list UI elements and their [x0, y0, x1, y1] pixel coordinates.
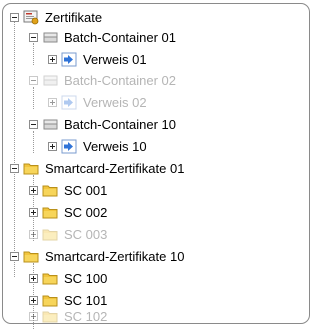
batch-container-icon [42, 73, 59, 88]
certificate-store-icon [23, 10, 40, 25]
shortcut-arrow-icon [61, 52, 78, 67]
expand-toggle-icon[interactable] [29, 230, 38, 239]
collapse-toggle-icon[interactable] [29, 120, 38, 129]
tree-item-sc-001[interactable]: SC 001 [29, 181, 107, 200]
collapse-toggle-icon[interactable] [29, 76, 38, 85]
folder-icon [42, 183, 59, 198]
tree-item-label: Verweis 02 [83, 95, 147, 110]
tree-item-label: SC 001 [64, 183, 108, 198]
tree-item-verweis-10[interactable]: Verweis 10 [48, 137, 147, 156]
collapse-toggle-icon[interactable] [29, 33, 38, 42]
expand-toggle-icon[interactable] [48, 98, 57, 107]
tree-item-sc-102[interactable]: SC 102 [29, 307, 107, 326]
collapse-toggle-icon[interactable] [10, 164, 19, 173]
folder-icon [23, 249, 40, 264]
tree-item-label: Batch-Container 01 [64, 30, 177, 45]
tree-item-batch-container-02[interactable]: Batch-Container 02 [29, 71, 176, 90]
certificate-tree: Zertifikate Batch-Container 01 Verweis 0… [3, 4, 309, 329]
tree-item-sc-100[interactable]: SC 100 [29, 269, 107, 288]
expand-toggle-icon[interactable] [48, 55, 57, 64]
tree-item-label: Verweis 01 [83, 52, 147, 67]
collapse-toggle-icon[interactable] [10, 13, 19, 22]
expand-toggle-icon[interactable] [29, 274, 38, 283]
tree-item-label: Verweis 10 [83, 139, 147, 154]
tree-connector [33, 87, 34, 109]
tree-item-label: SC 002 [64, 205, 108, 220]
tree-connector [14, 22, 15, 277]
shortcut-arrow-icon [61, 95, 78, 110]
batch-container-icon [42, 117, 59, 132]
folder-icon [42, 271, 59, 286]
tree-connector [33, 131, 34, 153]
certificate-tree-panel: Zertifikate Batch-Container 01 Verweis 0… [2, 3, 310, 329]
tree-item-label: Smartcard-Zertifikate 01 [45, 161, 185, 176]
expand-toggle-icon[interactable] [29, 312, 38, 321]
expand-toggle-icon[interactable] [29, 186, 38, 195]
tree-item-smartcard-zertifikate-01[interactable]: Smartcard-Zertifikate 01 [10, 159, 184, 178]
folder-icon [23, 161, 40, 176]
folder-icon [42, 227, 59, 242]
collapse-toggle-icon[interactable] [10, 252, 19, 261]
tree-item-label: Smartcard-Zertifikate 10 [45, 249, 185, 264]
tree-item-sc-003[interactable]: SC 003 [29, 225, 107, 244]
tree-item-label: SC 100 [64, 271, 108, 286]
batch-container-icon [42, 30, 59, 45]
expand-toggle-icon[interactable] [29, 208, 38, 217]
tree-root-label: Zertifikate [45, 10, 103, 25]
tree-item-batch-container-01[interactable]: Batch-Container 01 [29, 28, 176, 47]
tree-item-smartcard-zertifikate-10[interactable]: Smartcard-Zertifikate 10 [10, 247, 184, 266]
tree-item-sc-002[interactable]: SC 002 [29, 203, 107, 222]
tree-root-zertifikate[interactable]: Zertifikate [10, 8, 102, 27]
folder-icon [42, 293, 59, 308]
tree-item-label: SC 102 [64, 309, 108, 324]
folder-icon [42, 205, 59, 220]
tree-item-label: Batch-Container 02 [64, 73, 177, 88]
expand-toggle-icon[interactable] [48, 142, 57, 151]
tree-item-label: SC 003 [64, 227, 108, 242]
tree-item-verweis-02[interactable]: Verweis 02 [48, 93, 147, 112]
expand-toggle-icon[interactable] [29, 296, 38, 305]
shortcut-arrow-icon [61, 139, 78, 154]
folder-icon [42, 309, 59, 324]
tree-item-verweis-01[interactable]: Verweis 01 [48, 50, 147, 69]
tree-item-label: Batch-Container 10 [64, 117, 177, 132]
tree-item-batch-container-10[interactable]: Batch-Container 10 [29, 115, 176, 134]
